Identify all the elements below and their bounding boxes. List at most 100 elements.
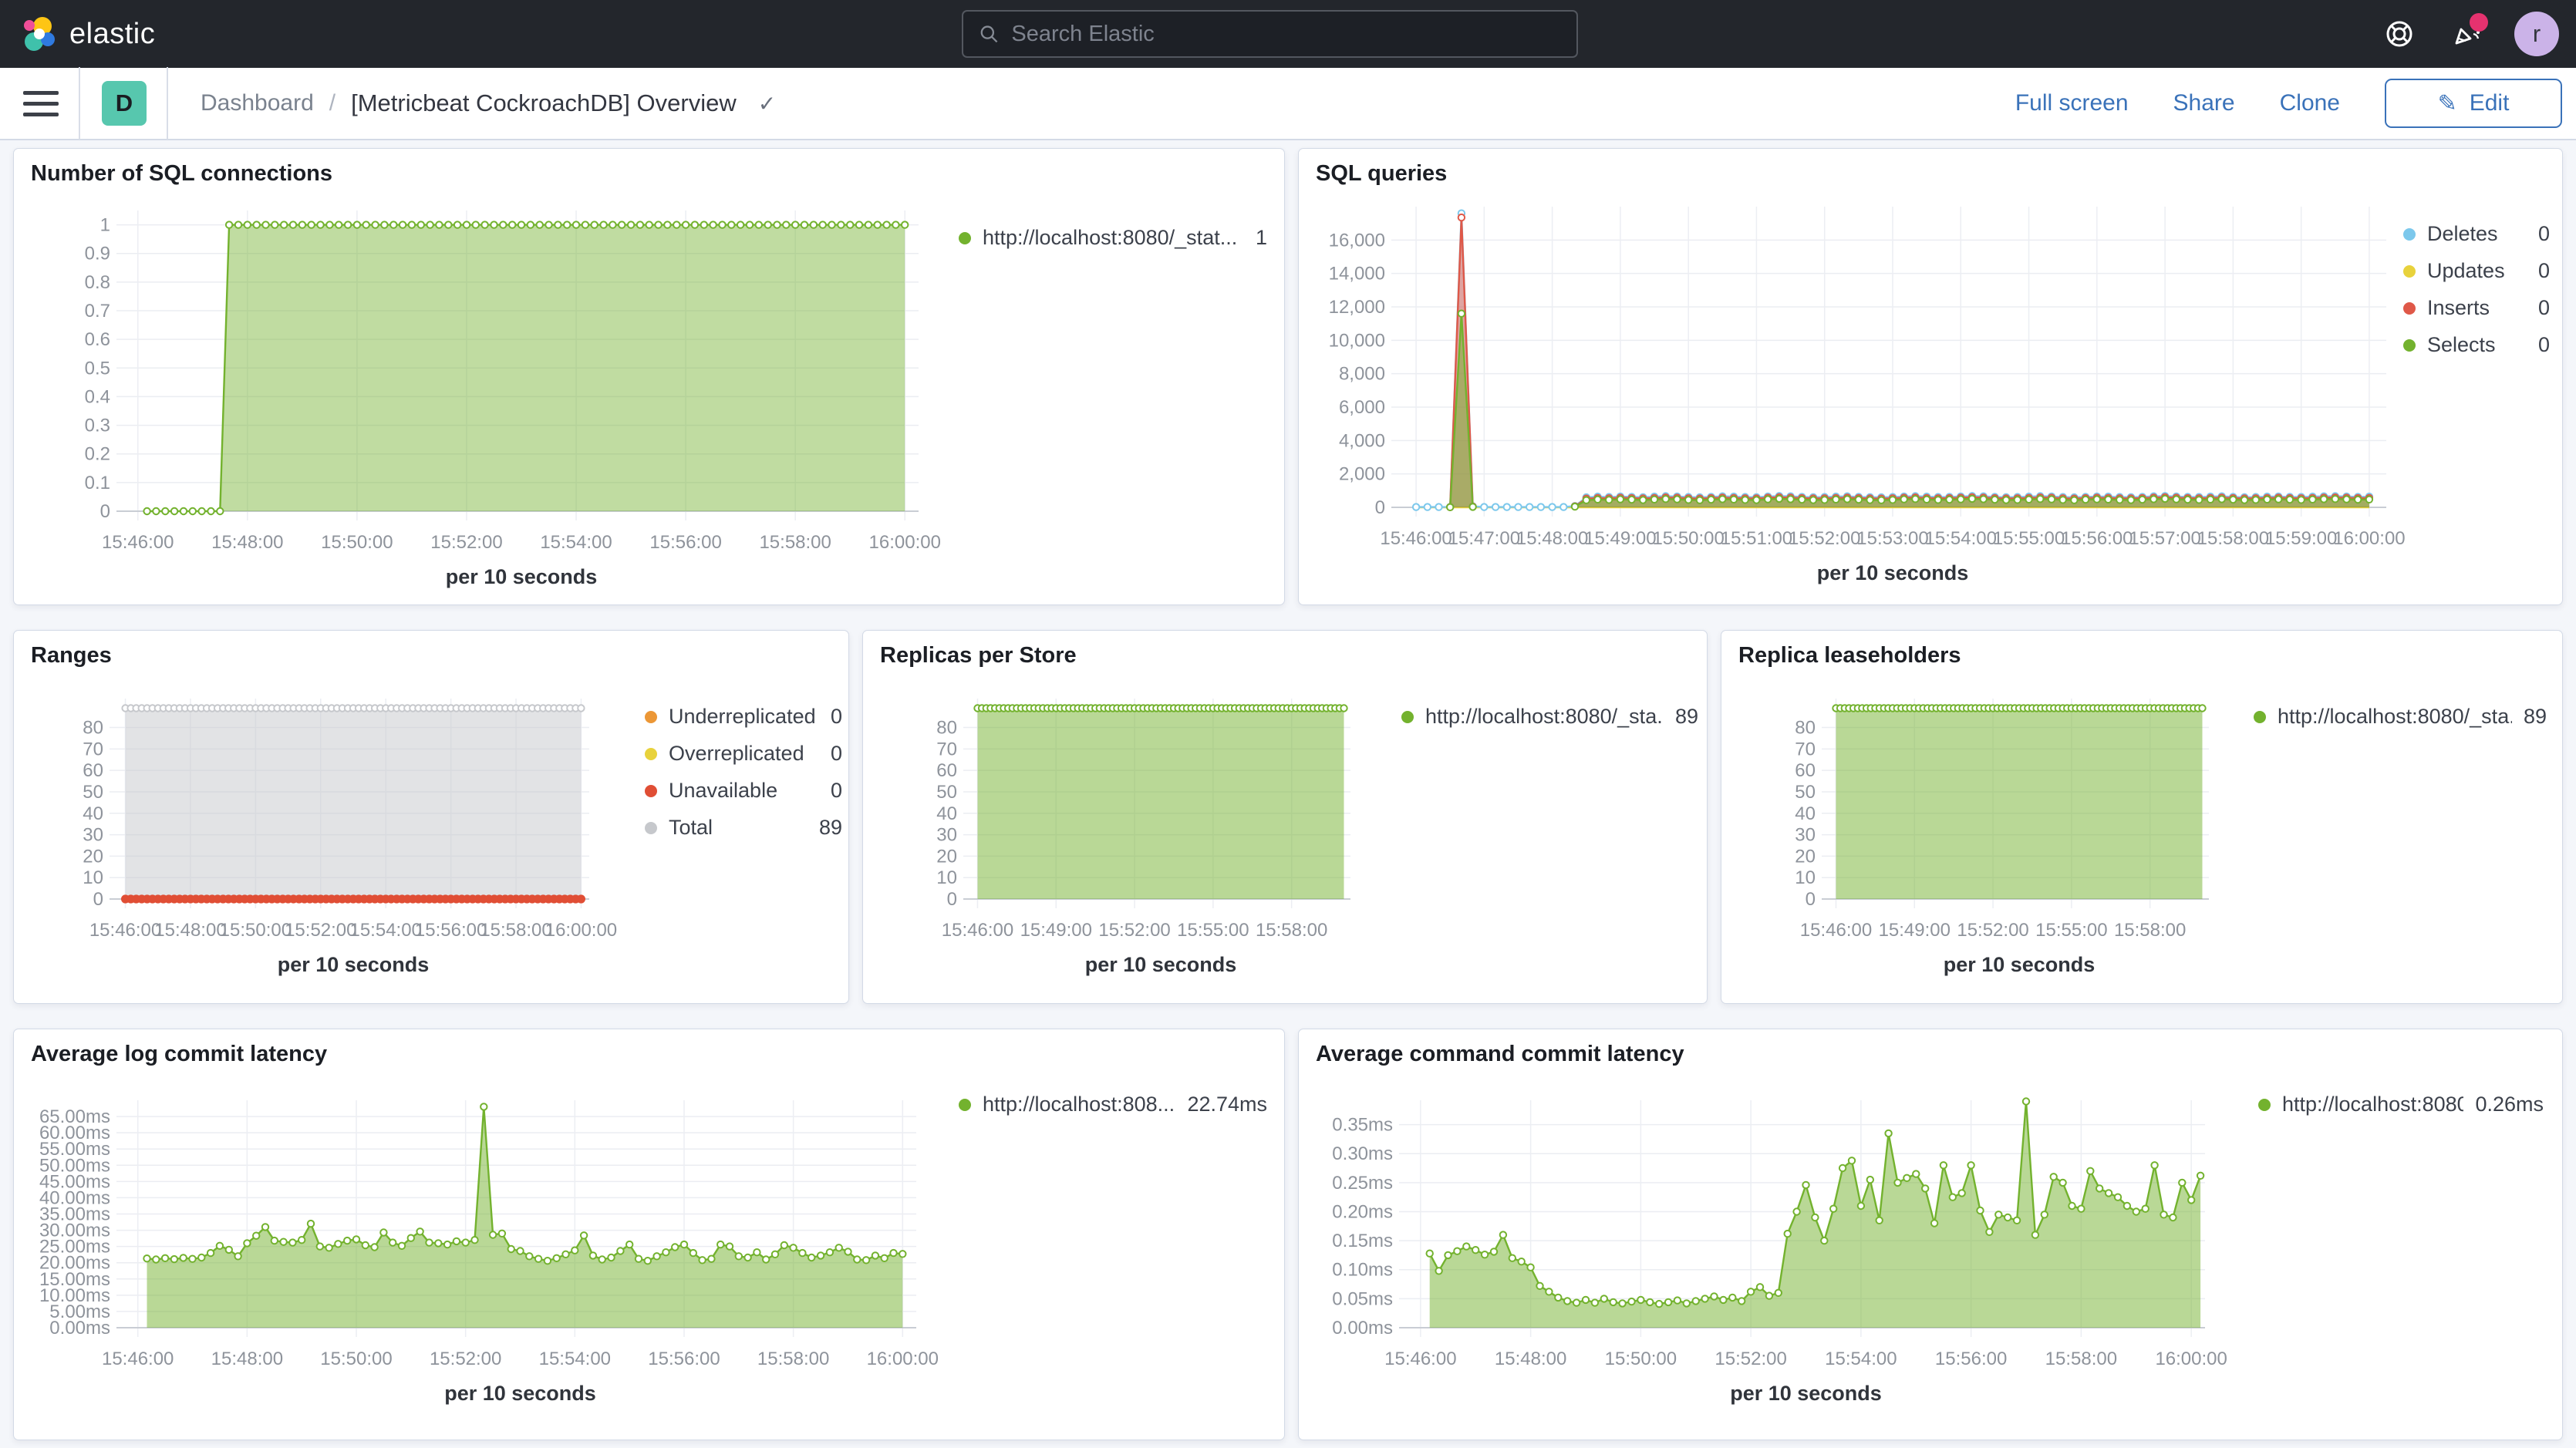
svg-text:30: 30 [83, 825, 103, 846]
svg-text:15:54:00: 15:54:00 [349, 920, 421, 941]
legend-dot [959, 1099, 971, 1111]
svg-text:15:51:00: 15:51:00 [1721, 528, 1792, 549]
svg-text:40: 40 [1795, 803, 1816, 824]
avg-log-commit-latency-chart[interactable]: 0.00ms5.00ms10.00ms15.00ms20.00ms25.00ms… [14, 1029, 1285, 1440]
svg-text:16:00:00: 16:00:00 [2333, 528, 2405, 549]
panel-avg-command-commit-latency: Average command commit latency 0.00ms0.0… [1298, 1029, 2563, 1440]
full-screen-button[interactable]: Full screen [2015, 90, 2129, 116]
sql-queries-chart[interactable]: 02,0004,0006,0008,00010,00012,00014,0001… [1299, 149, 2563, 605]
avg-command-commit-latency-chart[interactable]: 0.00ms0.05ms0.10ms0.15ms0.20ms0.25ms0.30… [1299, 1029, 2563, 1440]
legend-item[interactable]: Selects 0 [2403, 333, 2550, 357]
svg-text:0: 0 [1806, 889, 1816, 910]
legend-value: 0 [2538, 296, 2550, 320]
elastic-logo[interactable]: elastic [22, 16, 155, 52]
legend-value: 0.26ms [2475, 1093, 2544, 1116]
panel-avg-log-commit-latency: Average log commit latency 0.00ms5.00ms1… [13, 1029, 1285, 1440]
menu-button[interactable] [23, 86, 59, 121]
svg-text:70: 70 [83, 739, 103, 759]
legend-item[interactable]: Updates 0 [2403, 259, 2550, 283]
legend-item[interactable]: Underreplicated 0 [645, 705, 842, 729]
svg-text:15:56:00: 15:56:00 [2061, 528, 2133, 549]
svg-text:15:46:00: 15:46:00 [102, 1349, 174, 1369]
legend-item[interactable]: http://localhost:8080/_sta... 89 [2254, 705, 2547, 729]
svg-text:65.00ms: 65.00ms [39, 1106, 110, 1127]
legend: Deletes 0 Updates 0 Inserts 0 Selects 0 [2403, 222, 2550, 357]
top-bar: elastic [0, 0, 2576, 68]
svg-text:0.7: 0.7 [85, 301, 110, 322]
legend-value: 0 [831, 779, 842, 803]
legend-label: http://localhost:8080/_sta... [1425, 705, 1664, 729]
svg-text:15:50:00: 15:50:00 [1605, 1349, 1677, 1369]
svg-text:50: 50 [936, 782, 957, 803]
legend: http://localhost:8080/_sta... 89 [1401, 705, 1698, 729]
share-button[interactable]: Share [2173, 90, 2235, 116]
newsfeed-button[interactable] [2448, 16, 2483, 52]
breadcrumb-dashboard-link[interactable]: Dashboard [201, 90, 314, 116]
svg-text:15:46:00: 15:46:00 [102, 532, 174, 553]
legend-item[interactable]: http://localhost:8080/_sta... 89 [1401, 705, 1698, 729]
help-button[interactable] [2382, 16, 2417, 52]
legend-dot [645, 785, 657, 797]
panel-replica-leaseholders: Replica leaseholders 0102030405060708015… [1721, 630, 2563, 1004]
legend-item[interactable]: Deletes 0 [2403, 222, 2550, 246]
legend-dot [2403, 265, 2416, 278]
svg-text:10,000: 10,000 [1329, 330, 1385, 351]
svg-text:15:54:00: 15:54:00 [1825, 1349, 1897, 1369]
svg-text:per 10 seconds: per 10 seconds [1944, 953, 2096, 976]
global-search[interactable] [962, 10, 1578, 58]
svg-text:15:53:00: 15:53:00 [1856, 528, 1928, 549]
svg-text:15:48:00: 15:48:00 [1495, 1349, 1566, 1369]
svg-text:15:52:00: 15:52:00 [285, 920, 356, 941]
legend: http://localhost:8080/_stat... 1 [959, 226, 1267, 250]
svg-text:80: 80 [83, 718, 103, 739]
notification-dot [2470, 13, 2488, 32]
legend: http://localhost:808... 22.74ms [959, 1093, 1267, 1116]
svg-text:15:49:00: 15:49:00 [1879, 920, 1951, 941]
dashboard-badge[interactable]: D [102, 81, 147, 126]
svg-text:15:54:00: 15:54:00 [1925, 528, 1997, 549]
legend-item[interactable]: Overreplicated 0 [645, 742, 842, 766]
svg-text:80: 80 [1795, 718, 1816, 739]
edit-button[interactable]: ✎ Edit [2385, 79, 2562, 128]
legend-item[interactable]: Unavailable 0 [645, 779, 842, 803]
svg-text:0.10ms: 0.10ms [1332, 1260, 1393, 1281]
replicas-per-store-chart[interactable]: 0102030405060708015:46:0015:49:0015:52:0… [863, 631, 1708, 1004]
svg-text:60: 60 [936, 760, 957, 781]
panel-ranges: Ranges 0102030405060708015:46:0015:48:00… [13, 630, 849, 1004]
legend-label: Inserts [2427, 296, 2490, 320]
legend-dot [959, 232, 971, 244]
svg-text:0.1: 0.1 [85, 473, 110, 493]
menu-icon [23, 91, 59, 95]
svg-text:0.30ms: 0.30ms [1332, 1143, 1393, 1164]
clone-button[interactable]: Clone [2280, 90, 2340, 116]
legend-label: Selects [2427, 333, 2496, 357]
check-icon[interactable]: ✓ [758, 91, 776, 116]
svg-text:0.00ms: 0.00ms [1332, 1318, 1393, 1339]
legend-item[interactable]: http://localhost:8080... 0.26ms [2258, 1093, 2544, 1116]
panel-number-of-sql-connections: Number of SQL connections 00.10.20.30.40… [13, 148, 1285, 605]
svg-text:20: 20 [936, 846, 957, 867]
legend: http://localhost:8080... 0.26ms [2258, 1093, 2544, 1116]
legend-label: Total [669, 816, 713, 840]
legend-value: 22.74ms [1187, 1093, 1267, 1116]
legend-item[interactable]: http://localhost:808... 22.74ms [959, 1093, 1267, 1116]
legend-label: Deletes [2427, 222, 2498, 246]
legend-item[interactable]: Total 89 [645, 816, 842, 840]
svg-text:30: 30 [1795, 825, 1816, 846]
legend-item[interactable]: Inserts 0 [2403, 296, 2550, 320]
legend-value: 0 [831, 742, 842, 766]
replica-leaseholders-chart[interactable]: 0102030405060708015:46:0015:49:0015:52:0… [1721, 631, 2563, 1004]
user-avatar[interactable]: r [2514, 12, 2559, 56]
svg-text:4,000: 4,000 [1339, 430, 1385, 451]
dashboard-actions: Full screen Share Clone ✎ Edit [2015, 79, 2562, 128]
svg-text:15:58:00: 15:58:00 [2197, 528, 2269, 549]
svg-text:10: 10 [936, 867, 957, 888]
svg-text:15:57:00: 15:57:00 [2129, 528, 2200, 549]
search-input[interactable] [1011, 22, 1561, 47]
legend-value: 0 [2538, 222, 2550, 246]
legend-value: 89 [2524, 705, 2547, 729]
sql-connections-chart[interactable]: 00.10.20.30.40.50.60.70.80.9115:46:0015:… [14, 149, 1285, 605]
dashboard-grid: Number of SQL connections 00.10.20.30.40… [0, 140, 2576, 1448]
svg-text:0.20ms: 0.20ms [1332, 1201, 1393, 1222]
legend-item[interactable]: http://localhost:8080/_stat... 1 [959, 226, 1267, 250]
